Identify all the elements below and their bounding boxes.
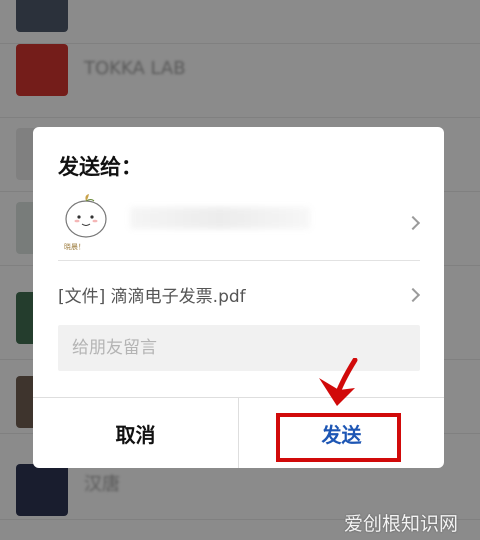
recipient-avatar <box>65 194 107 238</box>
watermark: 爱创根知识网 <box>343 513 458 535</box>
red-arrow-icon <box>319 358 358 406</box>
message-input[interactable] <box>58 325 420 371</box>
file-attachment-label: [文件] 滴滴电子发票.pdf <box>58 287 246 307</box>
send-to-dialog: 发送给： 晓晨！ [文件] 滴滴电子发票.pdf 取消 发送 <box>33 127 444 468</box>
cancel-button[interactable]: 取消 <box>33 398 238 468</box>
dialog-button-bar: 取消 发送 <box>33 397 444 468</box>
chevron-right-icon <box>405 287 421 303</box>
send-button[interactable]: 发送 <box>239 398 444 468</box>
chevron-right-icon <box>405 215 421 231</box>
dialog-title: 发送给： <box>58 155 142 179</box>
recipient-name-blurred <box>130 207 310 229</box>
file-attachment-row[interactable]: [文件] 滴滴电子发票.pdf <box>58 275 421 315</box>
avatar-caption: 晓晨！ <box>64 243 85 251</box>
recipient-row[interactable]: 晓晨！ <box>58 185 421 261</box>
